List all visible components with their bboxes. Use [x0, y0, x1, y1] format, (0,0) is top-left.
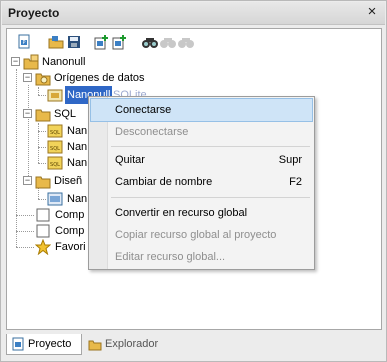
collapse-icon[interactable]: − — [23, 73, 32, 82]
menu-item-label: Copiar recurso global al proyecto — [115, 229, 277, 241]
close-icon[interactable]: × — [365, 4, 379, 20]
tree-guide — [38, 131, 46, 132]
tree-label-datasources: Orígenes de datos — [54, 72, 145, 84]
tree-label-sql-item: Nan — [67, 157, 88, 169]
panel-tabs: Proyecto Explorador — [6, 334, 382, 358]
tree-label-sql: SQL — [54, 108, 77, 120]
project-root-icon — [23, 54, 39, 70]
sql-file-icon: SQL — [47, 155, 63, 171]
collapse-icon[interactable]: − — [23, 176, 32, 185]
tree-guide — [16, 231, 34, 232]
menu-item-label: Desconectarse — [115, 126, 189, 138]
menu-item-quitar[interactable]: Quitar Supr — [91, 149, 312, 171]
panel-titlebar: Proyecto × — [2, 2, 385, 25]
menu-item-label: Conectarse — [115, 104, 172, 116]
menu-item-shortcut: Supr — [278, 154, 302, 166]
menu-item-label: Convertir en recurso global — [115, 207, 248, 219]
file-icon — [35, 207, 51, 223]
tab-label: Explorador — [105, 338, 159, 350]
tab-label: Proyecto — [28, 338, 72, 350]
tree-guide — [38, 123, 39, 163]
tree-label-favorites: Favori — [55, 241, 86, 253]
project-panel: Proyecto × P − Nanonull − Orígenes de da… — [0, 0, 387, 362]
collapse-icon[interactable]: − — [23, 109, 32, 118]
menu-item-cambiar-nombre[interactable]: Cambiar de nombre F2 — [91, 171, 312, 193]
context-menu: Conectarse Desconectarse Quitar Supr Cam… — [88, 96, 315, 270]
menu-item-label: Quitar — [115, 154, 145, 166]
menu-item-desconectarse[interactable]: Desconectarse — [91, 121, 312, 143]
tree-label-design: Diseñ — [54, 175, 83, 187]
tree-guide — [16, 247, 34, 248]
tab-explorador[interactable]: Explorador — [84, 334, 174, 355]
menu-separator — [111, 197, 310, 198]
menu-separator — [111, 146, 310, 147]
menu-item-shortcut: F2 — [289, 176, 302, 188]
star-icon — [35, 239, 51, 255]
datasource-folder-icon — [35, 70, 51, 86]
tree-guide — [38, 95, 46, 96]
svg-text:SQL: SQL — [50, 146, 60, 152]
tree-guide — [38, 199, 46, 200]
tab-proyecto[interactable]: Proyecto — [6, 334, 82, 355]
menu-item-convertir-recurso-global[interactable]: Convertir en recurso global — [91, 202, 312, 224]
explorer-tab-icon — [88, 337, 102, 351]
menu-item-copiar-recurso-global[interactable]: Copiar recurso global al proyecto — [91, 224, 312, 246]
menu-item-label: Editar recurso global... — [115, 251, 226, 263]
database-icon — [47, 87, 63, 103]
svg-text:SQL: SQL — [50, 130, 60, 136]
menu-item-conectarse[interactable]: Conectarse — [90, 98, 313, 122]
project-tab-icon — [11, 337, 25, 351]
tree-guide — [28, 85, 29, 182]
file-icon — [35, 223, 51, 239]
menu-item-label: Cambiar de nombre — [115, 176, 213, 188]
collapse-icon[interactable]: − — [11, 57, 20, 66]
design-folder-icon — [35, 173, 51, 189]
design-file-icon — [47, 191, 63, 207]
tree-guide — [38, 163, 46, 164]
svg-text:SQL: SQL — [50, 162, 60, 168]
sql-file-icon: SQL — [47, 139, 63, 155]
tree-guide — [16, 69, 17, 247]
sql-file-icon: SQL — [47, 123, 63, 139]
sql-folder-icon — [35, 106, 51, 122]
tree-guide — [38, 147, 46, 148]
panel-title: Proyecto — [8, 6, 60, 20]
tree-guide — [16, 215, 34, 216]
menu-item-editar-recurso-global[interactable]: Editar recurso global... — [91, 246, 312, 268]
tree-guide — [38, 87, 39, 95]
